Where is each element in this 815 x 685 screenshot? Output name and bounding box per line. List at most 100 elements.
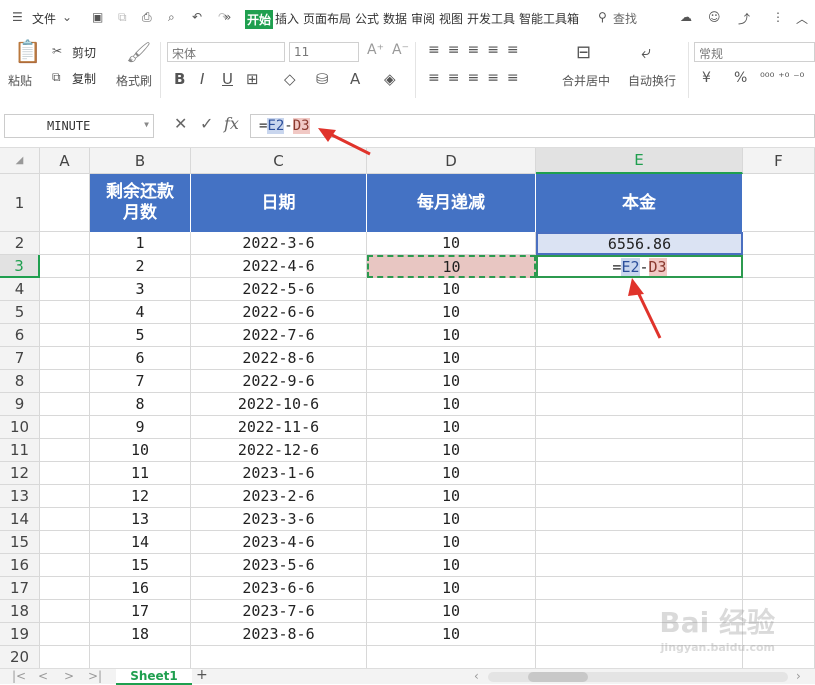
cell-e10[interactable] (536, 416, 743, 439)
border-icon[interactable]: ⊞ (246, 70, 259, 88)
cell-b2[interactable]: 1 (90, 232, 191, 255)
cell-a15[interactable] (40, 531, 90, 554)
save-icon[interactable]: ▣ (92, 10, 103, 24)
cell-d16[interactable]: 10 (367, 554, 536, 577)
cell-b5[interactable]: 4 (90, 301, 191, 324)
undo-icon[interactable]: ↶ (192, 10, 202, 24)
search-button[interactable]: 查找 (613, 10, 637, 27)
cell-c3[interactable]: 2022-4-6 (191, 255, 367, 278)
tab-developer[interactable]: 开发工具 (467, 10, 515, 27)
cell-e7[interactable] (536, 347, 743, 370)
cell-c19[interactable]: 2023-8-6 (191, 623, 367, 646)
cell-a14[interactable] (40, 508, 90, 531)
cell-f8[interactable] (743, 370, 815, 393)
cloud-icon[interactable]: ☁ (680, 10, 692, 24)
currency-button[interactable]: ¥ (702, 70, 711, 86)
cell-b14[interactable]: 13 (90, 508, 191, 531)
cell-a16[interactable] (40, 554, 90, 577)
cell-c5[interactable]: 2022-6-6 (191, 301, 367, 324)
cell-b6[interactable]: 5 (90, 324, 191, 347)
last-sheet-icon[interactable]: >| (88, 669, 102, 683)
cell-e12[interactable] (536, 462, 743, 485)
row-header-9[interactable]: 9 (0, 393, 40, 416)
row-header-7[interactable]: 7 (0, 347, 40, 370)
collapse-ribbon-icon[interactable]: ︿ (796, 10, 808, 27)
cell-d9[interactable]: 10 (367, 393, 536, 416)
cell-b8[interactable]: 7 (90, 370, 191, 393)
row-header-12[interactable]: 12 (0, 462, 40, 485)
table-header-e[interactable]: 本金 (536, 174, 743, 232)
cell-e13[interactable] (536, 485, 743, 508)
font-size-select[interactable]: 11 (289, 42, 359, 62)
cell-d18[interactable]: 10 (367, 600, 536, 623)
cell-d8[interactable]: 10 (367, 370, 536, 393)
column-header-f[interactable]: F (743, 148, 815, 174)
cell-a11[interactable] (40, 439, 90, 462)
tab-page-layout[interactable]: 页面布局 (303, 10, 351, 27)
tab-view[interactable]: 视图 (439, 10, 463, 27)
cell-f15[interactable] (743, 531, 815, 554)
cell-f3[interactable] (743, 255, 815, 278)
row-header-15[interactable]: 15 (0, 531, 40, 554)
cell-f4[interactable] (743, 278, 815, 301)
column-header-e[interactable]: E (536, 148, 743, 174)
cell-d17[interactable]: 10 (367, 577, 536, 600)
row-header-5[interactable]: 5 (0, 301, 40, 324)
copy-icon[interactable]: ⧉ (52, 70, 61, 85)
cell-c16[interactable]: 2023-5-6 (191, 554, 367, 577)
cell-b16[interactable]: 15 (90, 554, 191, 577)
table-header-d[interactable]: 每月递减 (367, 174, 536, 232)
increase-font-icon[interactable]: A⁺ (367, 42, 384, 58)
chevron-down-icon[interactable]: ▼ (144, 120, 149, 129)
bold-icon[interactable]: B (174, 70, 185, 88)
row-header-11[interactable]: 11 (0, 439, 40, 462)
cell-f9[interactable] (743, 393, 815, 416)
cell-e2[interactable]: 6556.86 (536, 232, 743, 255)
sheet-tab-sheet1[interactable]: Sheet1 (116, 669, 192, 685)
cell-d6[interactable]: 10 (367, 324, 536, 347)
cell-c20[interactable] (191, 646, 367, 668)
row-header-13[interactable]: 13 (0, 485, 40, 508)
cell-c13[interactable]: 2023-2-6 (191, 485, 367, 508)
add-sheet-button[interactable]: + (196, 667, 208, 683)
cell-c2[interactable]: 2022-3-6 (191, 232, 367, 255)
file-menu[interactable]: 文件 (32, 10, 56, 27)
column-header-b[interactable]: B (90, 148, 191, 174)
row-header-16[interactable]: 16 (0, 554, 40, 577)
confirm-icon[interactable]: ✓ (200, 114, 213, 133)
cell-b7[interactable]: 6 (90, 347, 191, 370)
cancel-icon[interactable]: ✕ (174, 114, 187, 133)
cell-f13[interactable] (743, 485, 815, 508)
cell-c11[interactable]: 2022-12-6 (191, 439, 367, 462)
align-top-icon[interactable]: ≡≡≡≡≡ (428, 42, 527, 58)
column-header-d[interactable]: D (367, 148, 536, 174)
cell-b4[interactable]: 3 (90, 278, 191, 301)
table-header-b[interactable]: 剩余还款 月数 (90, 174, 191, 232)
cell-e9[interactable] (536, 393, 743, 416)
cell-a19[interactable] (40, 623, 90, 646)
cell-b9[interactable]: 8 (90, 393, 191, 416)
cell-d11[interactable]: 10 (367, 439, 536, 462)
scrollbar-thumb[interactable] (528, 672, 588, 682)
cell-f6[interactable] (743, 324, 815, 347)
chevron-down-icon[interactable]: ⌄ (62, 10, 72, 24)
row-header-10[interactable]: 10 (0, 416, 40, 439)
cell-f16[interactable] (743, 554, 815, 577)
row-header-17[interactable]: 17 (0, 577, 40, 600)
cell-b19[interactable]: 18 (90, 623, 191, 646)
underline-icon[interactable]: U (222, 70, 233, 88)
name-box[interactable]: MINUTE ▼ (4, 114, 154, 138)
cell-f17[interactable] (743, 577, 815, 600)
cell-f11[interactable] (743, 439, 815, 462)
prev-sheet-icon[interactable]: < (38, 669, 48, 683)
row-header-20[interactable]: 20 (0, 646, 40, 668)
cell-a8[interactable] (40, 370, 90, 393)
row-header-3[interactable]: 3 (0, 255, 40, 278)
cell-d5[interactable]: 10 (367, 301, 536, 324)
cell-e8[interactable] (536, 370, 743, 393)
cell-b3[interactable]: 2 (90, 255, 191, 278)
cell-c6[interactable]: 2022-7-6 (191, 324, 367, 347)
paste-icon[interactable]: 📋 (14, 40, 41, 65)
cell-b12[interactable]: 11 (90, 462, 191, 485)
cell-c17[interactable]: 2023-6-6 (191, 577, 367, 600)
